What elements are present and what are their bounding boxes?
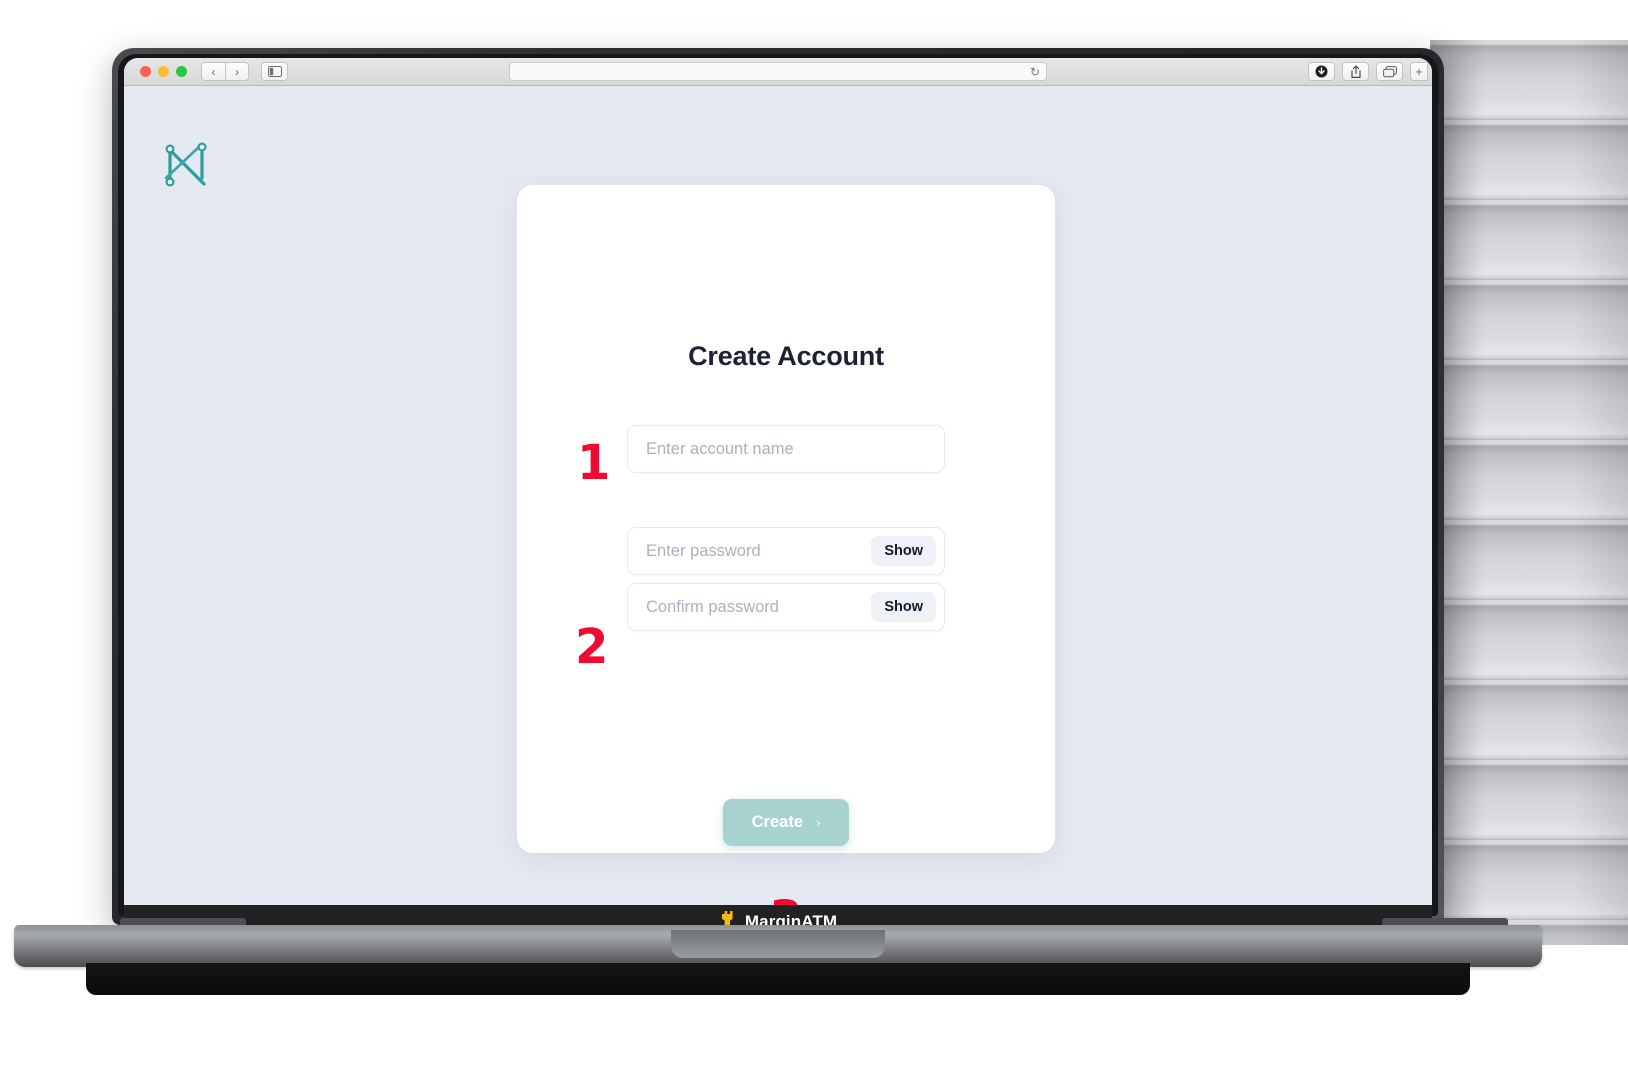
close-window-button[interactable] — [140, 66, 151, 77]
tab-overview-icon — [1382, 65, 1397, 77]
minimize-window-button[interactable] — [158, 66, 169, 77]
sidebar-toggle-button[interactable] — [261, 62, 288, 81]
share-button[interactable] — [1342, 62, 1369, 81]
address-bar[interactable]: ↻ — [509, 62, 1047, 81]
forward-button[interactable]: › — [225, 62, 249, 81]
step-marker-1: 1 — [577, 435, 611, 491]
nami-n-logo — [164, 142, 207, 187]
confirm-password-input[interactable]: Confirm password Show — [627, 583, 945, 631]
show-password-button[interactable]: Show — [871, 536, 936, 566]
reload-icon[interactable]: ↻ — [1030, 66, 1040, 78]
maximize-window-button[interactable] — [176, 66, 187, 77]
sidebar-icon — [267, 66, 282, 77]
screenshot-root: ‹ › ↻ + Create Account 1 Enter account n… — [0, 0, 1628, 1080]
tab-overview-button[interactable] — [1376, 62, 1403, 81]
download-icon — [1315, 65, 1328, 78]
create-account-form: 1 Enter account name 2 Enter password Sh… — [517, 425, 1055, 905]
password-row: 2 Enter password Show — [517, 527, 1055, 671]
account-name-input[interactable]: Enter account name — [627, 425, 945, 473]
laptop-screen: ‹ › ↻ + Create Account 1 Enter account n… — [124, 58, 1432, 905]
show-confirm-password-button[interactable]: Show — [871, 592, 936, 622]
new-tab-button[interactable]: + — [1410, 62, 1428, 81]
password-input[interactable]: Enter password Show — [627, 527, 945, 575]
plus-icon: + — [1415, 64, 1423, 79]
back-button[interactable]: ‹ — [201, 62, 225, 81]
page-title: Create Account — [688, 341, 884, 371]
create-button-label: Create — [751, 813, 804, 831]
toolbar-right-cluster: + — [1308, 62, 1428, 81]
navigation-buttons: ‹ › — [201, 62, 249, 81]
account-name-row: 1 Enter account name — [517, 425, 1055, 487]
confirm-password-placeholder: Confirm password — [646, 597, 779, 616]
browser-toolbar: ‹ › ↻ + — [124, 58, 1432, 86]
window-blinds-backdrop — [1430, 40, 1628, 945]
submit-row: Create › — [517, 799, 1055, 846]
chevron-right-icon: › — [235, 64, 239, 79]
create-account-button[interactable]: Create › — [723, 799, 849, 846]
chevron-right-icon: › — [816, 815, 821, 830]
step-marker-3: 3 — [517, 895, 1055, 905]
account-name-placeholder: Enter account name — [646, 439, 794, 458]
web-page: Create Account 1 Enter account name 2 En… — [124, 86, 1432, 905]
downloads-button[interactable] — [1308, 62, 1335, 81]
create-account-card: Create Account 1 Enter account name 2 En… — [517, 185, 1055, 905]
window-traffic-lights — [140, 66, 187, 77]
share-icon — [1350, 64, 1361, 78]
password-placeholder: Enter password — [646, 541, 761, 560]
laptop-base — [14, 925, 1542, 967]
laptop-base-foot — [86, 963, 1470, 995]
confirm-password-row: Confirm password Show — [517, 583, 1055, 631]
chevron-left-icon: ‹ — [211, 64, 216, 79]
